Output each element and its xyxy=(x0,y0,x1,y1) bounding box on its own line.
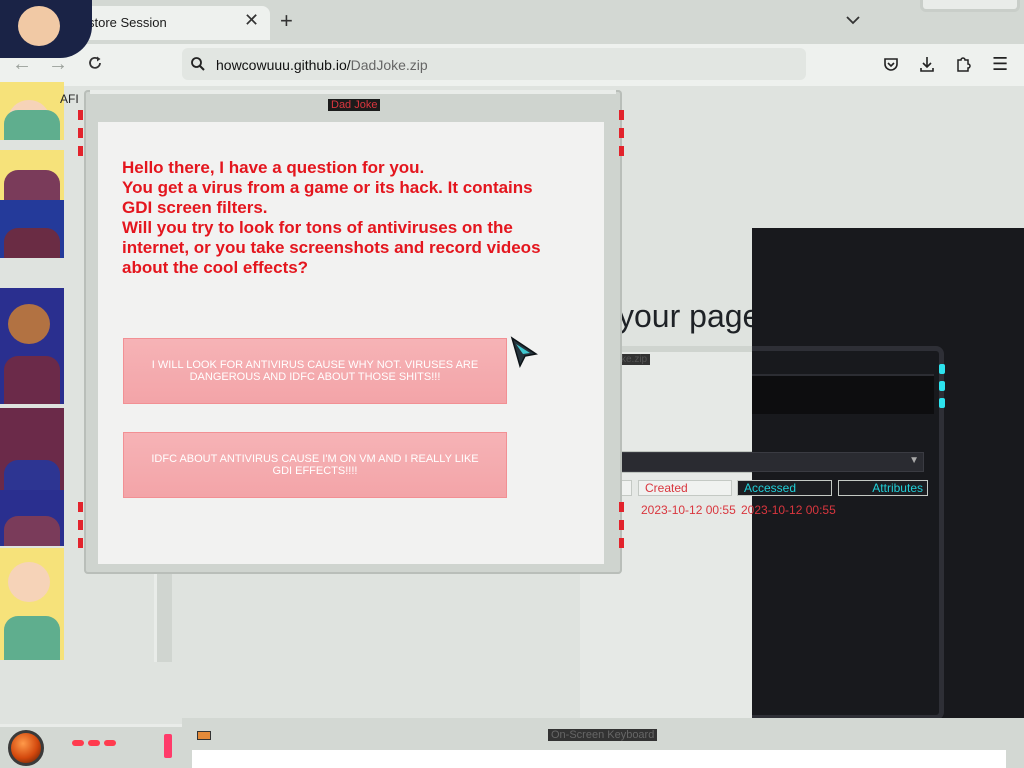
file-explorer-title: ke.zip xyxy=(618,354,651,365)
sprite-dress xyxy=(4,516,60,546)
frame-accent xyxy=(619,110,624,120)
question-line: about the cool effects? xyxy=(122,258,309,277)
pocket-icon[interactable] xyxy=(882,55,900,78)
puzzle-icon[interactable] xyxy=(954,55,972,78)
tab-title: store Session xyxy=(88,15,167,30)
sprite-avatar xyxy=(0,150,64,200)
page-fragment-text: AFI xyxy=(60,92,79,106)
sprite-dress xyxy=(4,170,60,200)
question-line: Hello there, I have a question for you. xyxy=(122,158,425,177)
address-dropdown[interactable]: ▼ xyxy=(620,452,924,472)
frame-accent xyxy=(78,146,83,156)
frame-accent xyxy=(78,538,83,548)
frame-accent xyxy=(78,128,83,138)
indicator-pill xyxy=(104,740,116,746)
on-screen-keyboard-title: On-Screen Keyboard xyxy=(548,729,658,741)
sprite-dress xyxy=(4,110,60,140)
sprite-dress xyxy=(4,228,60,258)
close-icon[interactable]: ✕ xyxy=(244,10,259,31)
reload-icon[interactable] xyxy=(86,54,104,77)
frame-accent xyxy=(619,128,624,138)
question-line: GDI screen filters. xyxy=(122,198,268,217)
dialog-title: Dad Joke xyxy=(328,99,381,111)
status-led xyxy=(939,381,945,391)
status-led xyxy=(939,364,945,374)
sprite-avatar xyxy=(0,0,92,58)
frame-accent xyxy=(619,520,624,530)
sprite-avatar xyxy=(0,288,64,404)
chevron-down-icon: ▼ xyxy=(909,455,919,466)
indicator-pill xyxy=(88,740,100,746)
start-orb-icon[interactable] xyxy=(8,730,44,766)
plus-icon[interactable]: + xyxy=(280,8,293,34)
on-screen-keyboard-content xyxy=(192,750,1006,768)
frame-accent xyxy=(78,110,83,120)
indicator-bar xyxy=(164,734,172,758)
frame-accent xyxy=(78,502,83,512)
chevron-down-icon[interactable] xyxy=(845,12,861,30)
keyboard-icon xyxy=(197,731,211,740)
download-icon[interactable] xyxy=(918,55,936,78)
column-header-attributes[interactable]: Attributes xyxy=(838,480,928,496)
frame-accent xyxy=(619,538,624,548)
frame-accent xyxy=(619,502,624,512)
url-text[interactable]: howcowuuu.github.io/DadJoke.zip xyxy=(216,57,428,73)
sprite-face xyxy=(18,6,60,46)
column-header-created[interactable]: Created xyxy=(638,480,732,496)
question-line: internet, or you take screenshots and re… xyxy=(122,238,541,257)
sprite-face xyxy=(8,304,50,344)
sprite-avatar xyxy=(0,548,64,660)
antivirus-choice-button[interactable]: I WILL LOOK FOR ANTIVIRUS CAUSE WHY NOT.… xyxy=(123,338,507,404)
created-value: 2023-10-12 00:55 xyxy=(641,503,736,517)
indicator-pill xyxy=(72,740,84,746)
question-text: Hello there, I have a question for you. … xyxy=(122,158,582,278)
decorative-frame xyxy=(920,0,1020,12)
search-icon xyxy=(190,56,206,77)
sprite-dress xyxy=(4,356,60,404)
accessed-value: 2023-10-12 00:55 xyxy=(741,503,836,517)
dark-window-content xyxy=(752,374,934,414)
sprite-dress xyxy=(4,460,60,490)
sprite-avatar xyxy=(0,200,64,258)
sprite-avatar xyxy=(0,82,64,140)
question-line: Will you try to look for tons of antivir… xyxy=(122,218,513,237)
frame-accent xyxy=(78,520,83,530)
question-line: You get a virus from a game or its hack.… xyxy=(122,178,533,197)
sprite-avatar xyxy=(0,408,64,490)
url-host: howcowuuu.github.io/ xyxy=(216,57,351,73)
column-header-accessed[interactable]: Accessed xyxy=(737,480,832,496)
sprite-avatar xyxy=(0,490,64,546)
url-path: DadJoke.zip xyxy=(350,57,428,73)
frame-accent xyxy=(619,146,624,156)
status-led xyxy=(939,398,945,408)
cursor-icon xyxy=(508,336,540,375)
gdi-effects-choice-button[interactable]: IDFC ABOUT ANTIVIRUS CAUSE I'M ON VM AND… xyxy=(123,432,507,498)
sprite-face xyxy=(8,562,50,602)
sprite-dress xyxy=(4,616,60,660)
hamburger-icon[interactable]: ☰ xyxy=(992,54,1008,75)
